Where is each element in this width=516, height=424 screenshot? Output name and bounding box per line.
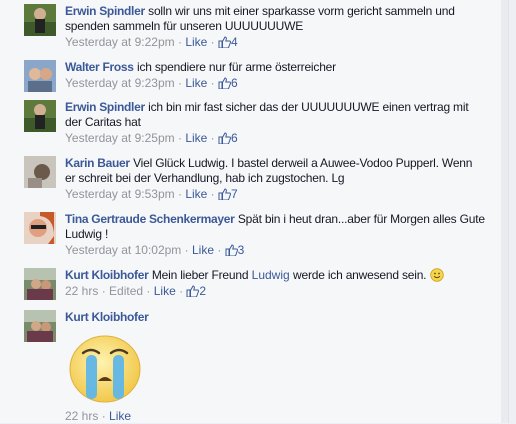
avatar[interactable] xyxy=(24,60,56,92)
comment-time[interactable]: Yesterday at 9:25pm xyxy=(65,131,175,145)
like-button[interactable]: Like xyxy=(185,76,207,90)
separator: · xyxy=(214,243,225,257)
separator: · xyxy=(174,35,186,49)
avatar[interactable] xyxy=(24,310,56,342)
comment-body: Kurt Kloibhofer 22 hrs · Like xyxy=(65,310,485,424)
comment-author[interactable]: Kurt Kloibhofer xyxy=(65,268,149,282)
thumbs-up-icon xyxy=(218,188,231,200)
comment-time[interactable]: Yesterday at 9:53pm xyxy=(65,187,175,201)
comment-text: ich spendiere nur für arme österreicher xyxy=(136,60,336,74)
comment-text-after: werde ich anwesend sein. xyxy=(293,268,427,282)
separator: · xyxy=(98,284,110,298)
comment-time[interactable]: Yesterday at 10:02pm xyxy=(65,243,181,257)
separator: · xyxy=(207,131,218,145)
comment-meta: Yesterday at 10:02pm · Like · 3 xyxy=(65,243,485,258)
like-button[interactable]: Like xyxy=(185,131,207,145)
comment-time[interactable]: Yesterday at 9:23pm xyxy=(65,76,175,90)
separator: · xyxy=(207,187,218,201)
like-count-number: 7 xyxy=(231,187,238,201)
avatar[interactable] xyxy=(24,212,56,244)
like-count[interactable]: 7 xyxy=(218,187,238,201)
like-button[interactable]: Like xyxy=(185,35,207,49)
comment-author[interactable]: Tina Gertraude Schenkermayer xyxy=(65,212,235,226)
like-count-number: 3 xyxy=(237,243,245,257)
like-count[interactable]: 6 xyxy=(218,76,238,90)
like-count-number: 6 xyxy=(231,76,238,90)
comment-meta: 22 hrs · Like xyxy=(65,409,485,424)
like-button[interactable]: Like xyxy=(192,243,214,257)
comment-meta: Yesterday at 9:23pm · Like · 6 xyxy=(65,76,485,91)
comment-author[interactable]: Erwin Spindler xyxy=(65,4,145,18)
edited-label[interactable]: Edited xyxy=(109,284,143,298)
like-count[interactable]: 6 xyxy=(218,131,238,145)
avatar[interactable] xyxy=(24,100,56,132)
smile-emoji-icon xyxy=(429,268,444,282)
scrollbar[interactable] xyxy=(501,0,508,423)
comment-body: Kurt Kloibhofer Mein lieber Freund Ludwi… xyxy=(65,268,485,299)
comment-body: Erwin Spindler solln wir uns mit einer s… xyxy=(65,4,485,50)
mention-link[interactable]: Ludwig xyxy=(252,268,290,282)
comment-body: Erwin Spindler ich bin mir fast sicher d… xyxy=(65,100,485,146)
comment-author[interactable]: Kurt Kloibhofer xyxy=(65,310,149,324)
like-button[interactable]: Like xyxy=(185,187,207,201)
like-count-number: 4 xyxy=(231,35,238,49)
separator: · xyxy=(174,76,186,90)
like-count[interactable]: 3 xyxy=(225,243,245,257)
comment-meta: Yesterday at 9:53pm · Like · 7 xyxy=(65,187,485,202)
comment-body: Karin Bauer Viel Glück Ludwig. I bastel … xyxy=(65,156,485,202)
comment-body: Walter Fross ich spendiere nur für arme … xyxy=(65,60,485,91)
like-count[interactable]: 2 xyxy=(186,284,206,298)
like-button[interactable]: Like xyxy=(109,409,131,423)
thumbs-up-icon xyxy=(218,132,231,144)
separator: · xyxy=(207,35,218,49)
comment-time[interactable]: 22 hrs xyxy=(65,409,98,423)
avatar[interactable] xyxy=(24,156,56,188)
thumbs-up-icon xyxy=(225,244,238,256)
avatar[interactable] xyxy=(24,4,56,36)
sticker xyxy=(67,333,485,405)
comment-time[interactable]: 22 hrs xyxy=(65,284,98,298)
comment-meta: Yesterday at 9:25pm · Like · 6 xyxy=(65,131,485,146)
separator: · xyxy=(175,284,187,298)
comment-author[interactable]: Erwin Spindler xyxy=(65,100,145,114)
thumbs-up-icon xyxy=(186,285,200,297)
crying-emoji-sticker xyxy=(69,335,141,403)
avatar[interactable] xyxy=(24,268,56,300)
comment-author[interactable]: Walter Fross xyxy=(65,60,134,74)
separator: · xyxy=(174,131,186,145)
thumbs-up-icon xyxy=(218,77,231,89)
like-button[interactable]: Like xyxy=(154,284,176,298)
comment-author[interactable]: Karin Bauer xyxy=(65,156,130,170)
separator: · xyxy=(181,243,192,257)
comment-meta: Yesterday at 9:22pm · Like · 4 xyxy=(65,35,485,50)
comment-meta: 22 hrs · Edited · Like · 2 xyxy=(65,284,485,299)
separator: · xyxy=(143,284,154,298)
comment-time[interactable]: Yesterday at 9:22pm xyxy=(65,35,175,49)
thumbs-up-icon xyxy=(218,36,231,48)
comment-text-before: Mein lieber Freund xyxy=(151,268,249,282)
separator: · xyxy=(174,187,186,201)
comment-list: Erwin Spindler solln wir uns mit einer s… xyxy=(0,0,509,423)
like-count-number: 2 xyxy=(199,284,207,298)
separator: · xyxy=(207,76,218,90)
like-count[interactable]: 4 xyxy=(218,35,238,49)
separator: · xyxy=(98,409,110,423)
comment-body: Tina Gertraude Schenkermayer Spät bin i … xyxy=(65,212,485,258)
like-count-number: 6 xyxy=(231,131,238,145)
